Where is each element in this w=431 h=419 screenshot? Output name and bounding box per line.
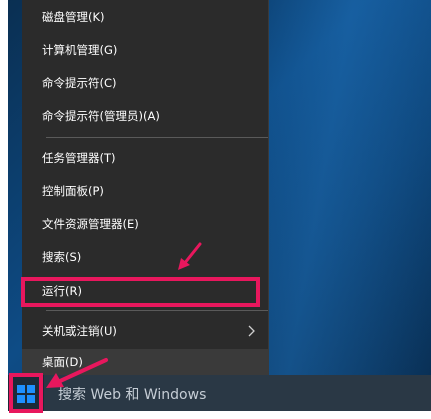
menu-item-task-manager[interactable]: 任务管理器(T) bbox=[22, 143, 268, 173]
menu-item-label: 控制面板(P) bbox=[42, 184, 104, 198]
menu-item-control-panel[interactable]: 控制面板(P) bbox=[22, 176, 268, 206]
search-placeholder: 搜索 Web 和 Windows bbox=[58, 387, 207, 403]
menu-item-file-explorer[interactable]: 文件资源管理器(E) bbox=[22, 209, 268, 239]
menu-item-command-prompt-admin[interactable]: 命令提示符(管理员)(A) bbox=[22, 101, 268, 131]
menu-item-label: 磁盘管理(K) bbox=[42, 10, 105, 24]
menu-item-label: 文件资源管理器(E) bbox=[42, 217, 139, 231]
menu-item-search[interactable]: 搜索(S) bbox=[22, 242, 268, 272]
start-button[interactable] bbox=[8, 375, 44, 411]
menu-item-label: 桌面(D) bbox=[42, 355, 83, 369]
taskbar: 搜索 Web 和 Windows bbox=[8, 375, 431, 411]
wallpaper-light-beam bbox=[258, 0, 431, 375]
menu-divider bbox=[46, 310, 268, 311]
menu-item-label: 运行(R) bbox=[42, 284, 82, 298]
menu-item-desktop[interactable]: 桌面(D) bbox=[22, 349, 268, 375]
screen-frame: 磁盘管理(K) 计算机管理(G) 命令提示符(C) 命令提示符(管理员)(A) … bbox=[8, 0, 431, 411]
menu-item-shutdown-signout[interactable]: 关机或注销(U) bbox=[22, 316, 268, 346]
menu-item-label: 关机或注销(U) bbox=[42, 324, 117, 338]
taskbar-search-box[interactable]: 搜索 Web 和 Windows bbox=[44, 375, 431, 411]
menu-item-label: 命令提示符(管理员)(A) bbox=[42, 109, 160, 123]
menu-item-computer-management[interactable]: 计算机管理(G) bbox=[22, 35, 268, 65]
menu-item-run[interactable]: 运行(R) bbox=[22, 276, 268, 306]
menu-item-label: 搜索(S) bbox=[42, 250, 82, 264]
menu-item-command-prompt[interactable]: 命令提示符(C) bbox=[22, 68, 268, 98]
menu-item-label: 计算机管理(G) bbox=[42, 43, 118, 57]
menu-item-disk-management[interactable]: 磁盘管理(K) bbox=[22, 2, 268, 32]
windows-logo-icon bbox=[17, 385, 35, 403]
menu-item-label: 任务管理器(T) bbox=[42, 151, 116, 165]
chevron-right-icon bbox=[248, 325, 255, 337]
menu-divider bbox=[46, 137, 268, 138]
winx-context-menu: 磁盘管理(K) 计算机管理(G) 命令提示符(C) 命令提示符(管理员)(A) … bbox=[22, 0, 269, 375]
menu-item-label: 命令提示符(C) bbox=[42, 76, 117, 90]
